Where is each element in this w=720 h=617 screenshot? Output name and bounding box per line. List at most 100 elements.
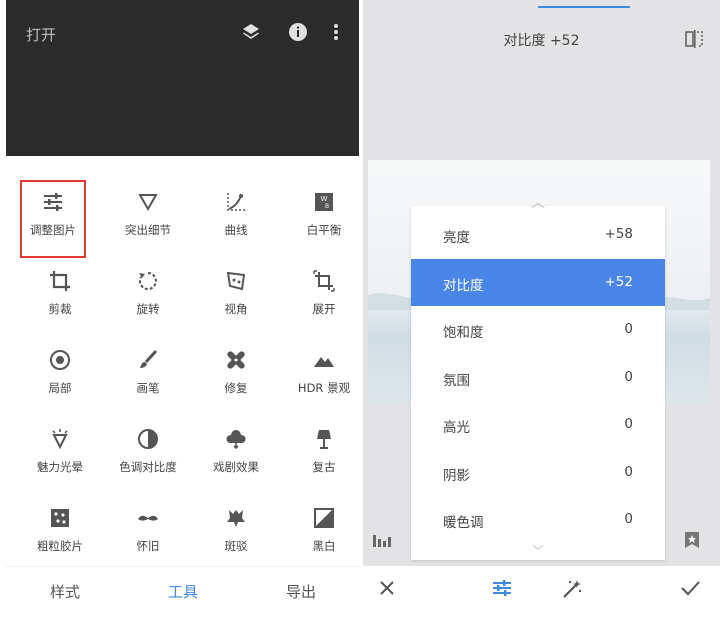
vintage-lamp-icon — [311, 427, 337, 453]
tool-vintage-lamp[interactable]: 复古 — [280, 419, 368, 493]
tonal-contrast-icon — [135, 427, 161, 453]
tool-curves[interactable]: 曲线 — [192, 182, 280, 256]
tool-label: 魅力光晕 — [37, 460, 83, 474]
tool-grunge[interactable]: 斑驳 — [192, 498, 280, 572]
tool-label: 局部 — [48, 381, 72, 395]
tool-grainy-film[interactable]: 粗粒胶片 — [16, 498, 104, 572]
glamour-glow-icon — [47, 427, 73, 453]
black-white-icon — [311, 506, 337, 532]
layers-icon[interactable] — [241, 22, 261, 47]
tool-label: 怀旧 — [136, 539, 160, 553]
histogram-icon[interactable] — [372, 531, 394, 551]
tool-label: 复古 — [312, 460, 336, 474]
adjustment-name: 氛围 — [443, 372, 470, 389]
rotate-icon — [135, 269, 161, 295]
chevron-down-icon[interactable]: ﹀ — [411, 542, 665, 559]
retrolux-mustache-icon — [135, 506, 161, 532]
adjustment-name: 对比度 — [443, 277, 484, 294]
brush-icon — [135, 348, 161, 374]
compare-icon[interactable] — [684, 30, 704, 52]
tool-label: 粗粒胶片 — [37, 539, 83, 553]
tool-rotate[interactable]: 旋转 — [104, 261, 192, 335]
bottom-tab-bar: 样式 工具 导出 — [6, 566, 359, 617]
adjustment-name: 阴影 — [443, 467, 470, 484]
selective-icon — [47, 348, 73, 374]
adjustment-value: 0 — [624, 416, 633, 432]
image-preview-bar: 打开 — [6, 0, 359, 156]
tool-retrolux-mustache[interactable]: 怀旧 — [104, 498, 192, 572]
adjustment-item[interactable]: 高光 0 — [411, 401, 665, 448]
crop-icon — [47, 269, 73, 295]
tool-label: 剪裁 — [48, 302, 72, 316]
tab-tools[interactable]: 工具 — [124, 581, 242, 602]
close-icon[interactable] — [377, 578, 397, 602]
tool-white-balance[interactable]: W B 白平衡 — [280, 182, 368, 256]
open-button[interactable]: 打开 — [26, 24, 56, 45]
tool-label: 修复 — [224, 381, 248, 395]
auto-magic-icon[interactable] — [561, 578, 583, 604]
adjustment-item[interactable]: 氛围 0 — [411, 354, 665, 401]
tab-styles[interactable]: 样式 — [6, 581, 124, 602]
drama-cloud-icon — [223, 427, 249, 453]
adjustment-item[interactable]: 阴影 0 — [411, 449, 665, 496]
adjustment-value: 0 — [624, 321, 633, 337]
tool-label: 白平衡 — [306, 223, 342, 237]
swipe-indicator — [538, 6, 630, 8]
bookmark-star-icon[interactable] — [684, 531, 700, 553]
expand-icon — [311, 269, 337, 295]
grunge-icon — [223, 506, 249, 532]
tune-icon[interactable] — [491, 578, 513, 602]
tool-hdr-mountain[interactable]: HDR 景观 — [280, 340, 368, 414]
tool-label: 突出细节 — [125, 223, 171, 237]
tune-icon — [40, 190, 66, 216]
adjustment-item[interactable]: 暖色调 0 — [411, 496, 665, 543]
tool-details-triangle[interactable]: 突出细节 — [104, 182, 192, 256]
adjust-image-screen: 对比度 +52 ︿ 亮度 +58 对比度 +52 饱和度 0 氛围 0 高光 0 阴影 0 暖色调 0 ﹀ — [363, 0, 720, 616]
adjustment-title: 对比度 +52 — [503, 33, 580, 49]
details-triangle-icon — [135, 190, 161, 216]
chevron-up-icon[interactable]: ︿ — [411, 192, 665, 212]
adjustment-item[interactable]: 饱和度 0 — [411, 306, 665, 353]
tool-expand[interactable]: 展开 — [280, 261, 368, 335]
tool-label: 曲线 — [224, 223, 248, 237]
tool-tonal-contrast[interactable]: 色调对比度 — [104, 419, 192, 493]
adjustment-item[interactable]: 亮度 +58 — [411, 211, 665, 258]
grainy-film-icon — [47, 506, 73, 532]
adjustment-value: 0 — [624, 511, 633, 527]
adjustment-value: +52 — [604, 273, 634, 290]
check-icon[interactable] — [679, 578, 701, 602]
perspective-icon — [223, 269, 249, 295]
info-icon[interactable] — [288, 22, 308, 47]
adjustment-name: 暖色调 — [443, 515, 484, 531]
tool-drama-cloud[interactable]: 戏剧效果 — [192, 419, 280, 493]
tool-label: HDR 景观 — [297, 381, 351, 395]
tool-selective[interactable]: 局部 — [16, 340, 104, 414]
tool-label: 黑白 — [312, 539, 336, 553]
tool-label: 旋转 — [136, 302, 160, 316]
tool-perspective[interactable]: 视角 — [192, 261, 280, 335]
tool-tune[interactable]: 调整图片 — [20, 180, 86, 258]
tools-screen: 打开 调整图片 突出细节 曲线 W B 白平衡剪裁 旋转 视角 展开局部 画笔 修复 HDR 景观魅力… — [6, 0, 359, 616]
adjustment-name: 饱和度 — [443, 325, 484, 341]
tool-label: 展开 — [312, 302, 336, 316]
svg-text:W: W — [321, 195, 328, 203]
adjustment-value: 0 — [624, 463, 633, 480]
tool-label: 斑驳 — [224, 539, 248, 553]
healing-icon — [223, 348, 249, 374]
adjustment-value: +58 — [604, 226, 634, 242]
tab-export[interactable]: 导出 — [242, 581, 360, 602]
adjustment-name: 亮度 — [443, 230, 470, 246]
svg-text:B: B — [325, 203, 329, 210]
tool-glamour-glow[interactable]: 魅力光晕 — [16, 419, 104, 493]
tool-black-white[interactable]: 黑白 — [280, 498, 368, 572]
adjustment-menu: ︿ 亮度 +58 对比度 +52 饱和度 0 氛围 0 高光 0 阴影 0 暖色调 0 ﹀ — [411, 195, 665, 560]
hdr-mountain-icon — [311, 348, 337, 374]
adjustment-name: 高光 — [443, 420, 470, 436]
tool-brush[interactable]: 画笔 — [104, 340, 192, 414]
tool-healing[interactable]: 修复 — [192, 340, 280, 414]
adjustment-value: 0 — [624, 368, 633, 385]
more-vert-icon[interactable] — [332, 22, 340, 47]
tool-label: 戏剧效果 — [213, 460, 259, 474]
tool-crop[interactable]: 剪裁 — [16, 261, 104, 335]
adjustment-item[interactable]: 对比度 +52 — [411, 258, 665, 306]
